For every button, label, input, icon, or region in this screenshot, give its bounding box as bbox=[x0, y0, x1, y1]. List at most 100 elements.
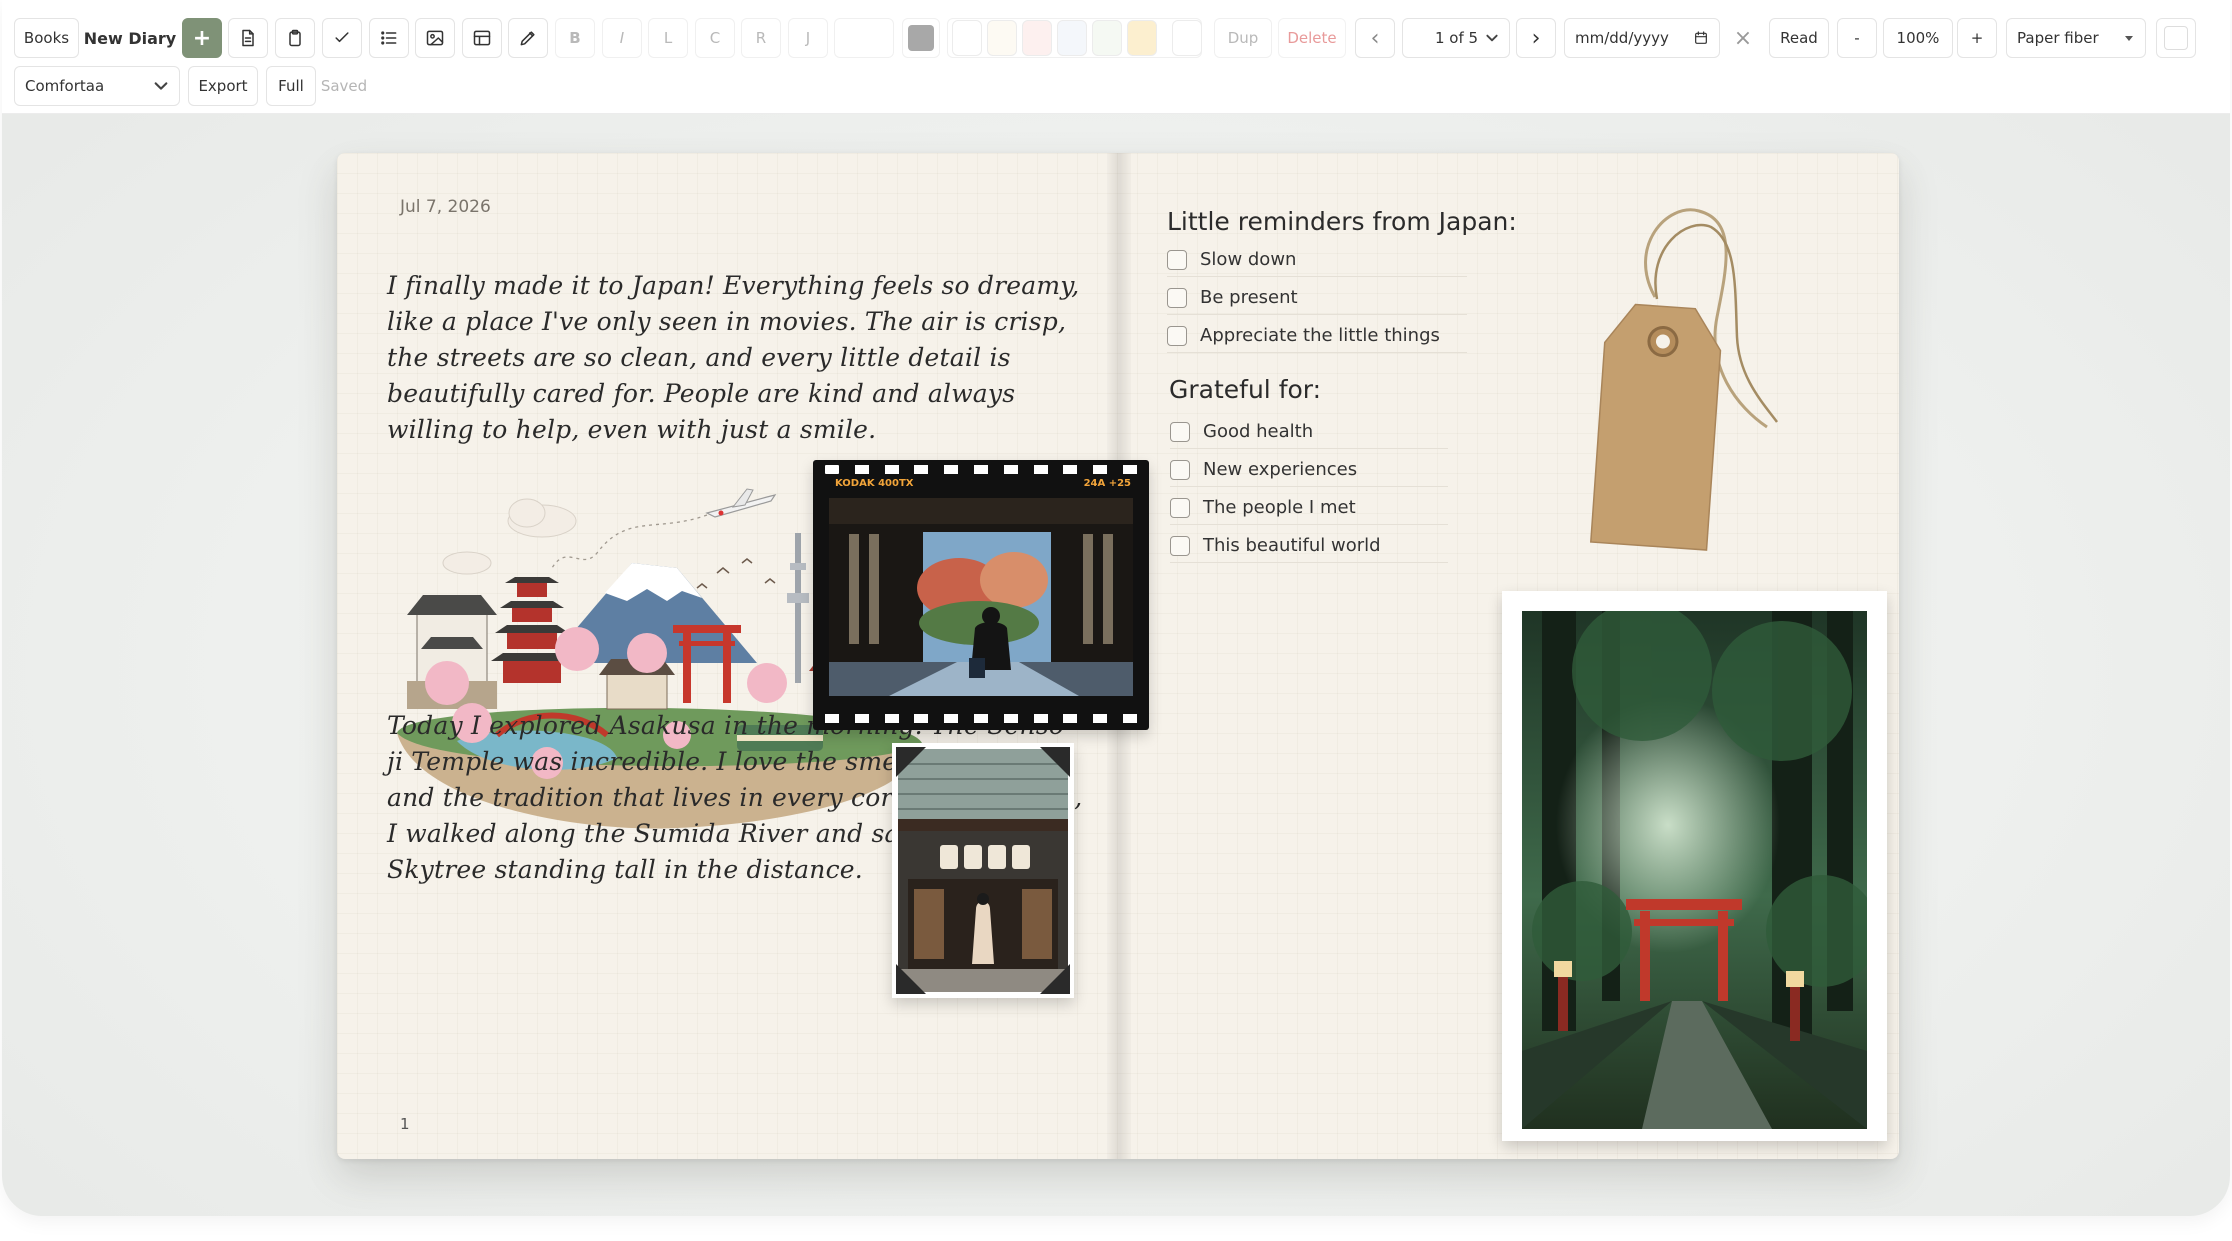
grateful-label: The people I met bbox=[1203, 497, 1356, 518]
grateful-item[interactable]: Good health bbox=[1170, 415, 1448, 449]
list-icon bbox=[381, 31, 397, 45]
entry-date[interactable]: Jul 7, 2026 bbox=[400, 197, 491, 217]
film-strip-photo[interactable]: KODAK 400TX 24A +25 bbox=[813, 460, 1149, 730]
font-size-input[interactable] bbox=[834, 18, 894, 58]
bold-button[interactable]: B bbox=[555, 18, 595, 58]
zoom-out-button[interactable]: - bbox=[1837, 18, 1877, 58]
new-page-button[interactable] bbox=[228, 18, 268, 58]
page-select[interactable]: 1 of 5 bbox=[1402, 18, 1510, 58]
clear-date-button[interactable]: × bbox=[1726, 18, 1760, 58]
save-status: Saved bbox=[318, 66, 370, 106]
clipboard-icon bbox=[289, 29, 301, 47]
grateful-checkbox[interactable] bbox=[1170, 535, 1190, 556]
forest-torii-photo bbox=[1522, 601, 1878, 1129]
grateful-item[interactable]: This beautiful world bbox=[1170, 529, 1448, 563]
color-mode-toggle[interactable] bbox=[2156, 18, 2196, 58]
calendar-icon bbox=[1695, 31, 1707, 44]
photo-corner-bl bbox=[896, 964, 926, 994]
grateful-checkbox[interactable] bbox=[1170, 497, 1190, 518]
reminder-item[interactable]: Slow down bbox=[1167, 243, 1467, 277]
zoom-level: 100% bbox=[1883, 18, 1953, 58]
document-icon bbox=[242, 29, 254, 47]
draw-button[interactable] bbox=[508, 18, 548, 58]
photo-corner-tl bbox=[896, 747, 926, 777]
swatch-cream[interactable] bbox=[987, 20, 1017, 56]
diary-title[interactable]: New Diary bbox=[82, 18, 178, 58]
reminders-title[interactable]: Little reminders from Japan: bbox=[1167, 207, 1517, 236]
swatch-custom[interactable] bbox=[1172, 20, 1202, 56]
grateful-item[interactable]: New experiences bbox=[1170, 453, 1448, 487]
temple-window-photo bbox=[829, 498, 1133, 696]
film-frame: 24A +25 bbox=[1083, 478, 1131, 489]
font-family-value: Comfortaa bbox=[25, 77, 105, 95]
table-icon bbox=[473, 30, 491, 46]
swatch-blue[interactable] bbox=[1057, 20, 1087, 56]
reminder-label: Be present bbox=[1200, 287, 1298, 308]
text-color-picker[interactable] bbox=[902, 18, 940, 58]
zoom-in-button[interactable]: + bbox=[1957, 18, 1997, 58]
bullet-list-button[interactable] bbox=[369, 18, 409, 58]
reminder-item[interactable]: Be present bbox=[1167, 281, 1467, 315]
align-justify-button[interactable]: J bbox=[788, 18, 828, 58]
date-placeholder: mm/dd/yyyy bbox=[1575, 29, 1669, 47]
reminder-checkbox[interactable] bbox=[1167, 325, 1187, 346]
checklist-button[interactable] bbox=[322, 18, 362, 58]
insert-image-button[interactable] bbox=[415, 18, 455, 58]
text-color-swatch bbox=[908, 25, 934, 51]
date-input[interactable]: mm/dd/yyyy bbox=[1564, 18, 1720, 58]
app-window: Books New Diary + B I L C R J Dup Delete… bbox=[2, 0, 2230, 1216]
swatch-mint[interactable] bbox=[1092, 20, 1122, 56]
italic-button[interactable]: I bbox=[602, 18, 642, 58]
clipboard-button[interactable] bbox=[275, 18, 315, 58]
duplicate-button[interactable]: Dup bbox=[1214, 18, 1272, 58]
delete-button[interactable]: Delete bbox=[1278, 18, 1346, 58]
photo-corner-br bbox=[1040, 964, 1070, 994]
grateful-label: Good health bbox=[1203, 421, 1314, 442]
insert-table-button[interactable] bbox=[462, 18, 502, 58]
prev-page-button[interactable]: ‹ bbox=[1355, 18, 1395, 58]
page-number: 1 bbox=[400, 1115, 410, 1133]
toolbar: Books New Diary + B I L C R J Dup Delete… bbox=[2, 0, 2230, 114]
kraft-tag-sticker[interactable] bbox=[1587, 207, 1787, 567]
grateful-item[interactable]: The people I met bbox=[1170, 491, 1448, 525]
swatch-pink[interactable] bbox=[1022, 20, 1052, 56]
photo-corner-tr bbox=[1040, 747, 1070, 777]
reminder-label: Appreciate the little things bbox=[1200, 325, 1440, 346]
books-button[interactable]: Books bbox=[14, 18, 79, 58]
align-right-button[interactable]: R bbox=[741, 18, 781, 58]
align-left-button[interactable]: L bbox=[648, 18, 688, 58]
swatch-yellow[interactable] bbox=[1127, 20, 1157, 56]
next-page-button[interactable]: › bbox=[1516, 18, 1556, 58]
grateful-checkbox[interactable] bbox=[1170, 421, 1190, 442]
film-sprockets-top bbox=[825, 465, 1137, 475]
reminder-checkbox[interactable] bbox=[1167, 249, 1187, 270]
check-icon bbox=[335, 32, 349, 43]
caret-down-icon bbox=[2125, 36, 2133, 41]
kimono-shop-photo bbox=[898, 749, 1068, 992]
paper-style-value: Paper fiber bbox=[2017, 29, 2099, 47]
forest-torii-polaroid[interactable] bbox=[1502, 591, 1887, 1141]
swatch-white[interactable] bbox=[952, 20, 982, 56]
grateful-checkbox[interactable] bbox=[1170, 459, 1190, 480]
export-button[interactable]: Export bbox=[188, 66, 258, 106]
film-sprockets-bottom bbox=[825, 714, 1137, 724]
reminder-checkbox[interactable] bbox=[1167, 287, 1187, 308]
pen-icon bbox=[520, 31, 535, 46]
read-mode-button[interactable]: Read bbox=[1769, 18, 1829, 58]
page-indicator: 1 of 5 bbox=[1435, 29, 1479, 47]
chevron-down-icon bbox=[154, 82, 168, 90]
reminder-item[interactable]: Appreciate the little things bbox=[1167, 319, 1467, 353]
align-center-button[interactable]: C bbox=[695, 18, 735, 58]
image-icon bbox=[426, 30, 444, 46]
paper-style-select[interactable]: Paper fiber bbox=[2006, 18, 2146, 58]
fullscreen-button[interactable]: Full bbox=[266, 66, 316, 106]
font-family-select[interactable]: Comfortaa bbox=[14, 66, 180, 106]
grateful-label: This beautiful world bbox=[1203, 535, 1381, 556]
grateful-title[interactable]: Grateful for: bbox=[1169, 375, 1321, 404]
chevron-down-icon bbox=[1486, 34, 1498, 42]
add-page-button[interactable]: + bbox=[182, 18, 222, 58]
film-brand: KODAK 400TX bbox=[835, 478, 914, 489]
diary-spread: Jul 7, 2026 I finally made it to Japan! … bbox=[337, 153, 1899, 1159]
shop-polaroid-photo[interactable] bbox=[892, 743, 1074, 998]
entry-paragraph-1[interactable]: I finally made it to Japan! Everything f… bbox=[387, 268, 1087, 448]
